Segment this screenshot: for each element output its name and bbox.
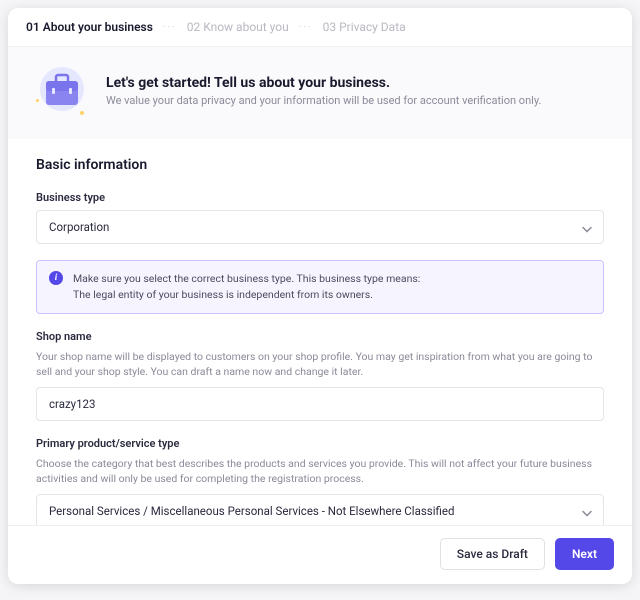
shop-name-field: Shop name Your shop name will be display… — [36, 330, 604, 421]
stepper-separator: ··· — [299, 22, 313, 33]
step-2-num: 02 — [187, 20, 201, 34]
stepper-separator: ··· — [163, 22, 177, 33]
primary-product-select[interactable]: Personal Services / Miscellaneous Person… — [36, 494, 604, 525]
onboarding-window: 01 About your business ··· 02 Know about… — [8, 8, 632, 584]
step-1-num: 01 — [26, 20, 40, 34]
briefcase-icon — [36, 65, 88, 117]
form-content: Basic information Business type Corporat… — [8, 139, 632, 525]
step-2[interactable]: 02 Know about you — [187, 20, 289, 34]
next-button[interactable]: Next — [555, 538, 614, 570]
info-icon: i — [49, 271, 63, 285]
step-1[interactable]: 01 About your business — [26, 20, 153, 34]
alert-line1: Make sure you select the correct busines… — [73, 271, 420, 287]
save-draft-button[interactable]: Save as Draft — [440, 538, 545, 570]
step-3-label: Privacy Data — [339, 20, 406, 34]
primary-product-field: Primary product/service type Choose the … — [36, 437, 604, 525]
hero-text: Let's get started! Tell us about your bu… — [106, 75, 541, 107]
shop-name-help: Your shop name will be displayed to cust… — [36, 349, 604, 379]
footer-actions: Save as Draft Next — [8, 525, 632, 584]
step-3-num: 03 — [323, 20, 337, 34]
primary-product-help: Choose the category that best describes … — [36, 456, 604, 486]
business-type-alert: i Make sure you select the correct busin… — [36, 260, 604, 314]
primary-product-label: Primary product/service type — [36, 437, 604, 450]
business-type-label: Business type — [36, 191, 604, 204]
hero-banner: Let's get started! Tell us about your bu… — [8, 47, 632, 139]
alert-line2: The legal entity of your business is ind… — [73, 287, 420, 303]
shop-name-label: Shop name — [36, 330, 604, 343]
step-3[interactable]: 03 Privacy Data — [323, 20, 406, 34]
stepper: 01 About your business ··· 02 Know about… — [8, 8, 632, 47]
business-type-field: Business type Corporation — [36, 191, 604, 244]
hero-subtitle: We value your data privacy and your info… — [106, 94, 541, 107]
business-type-select[interactable]: Corporation — [36, 210, 604, 244]
section-title: Basic information — [36, 157, 604, 173]
shop-name-input[interactable] — [36, 387, 604, 421]
step-2-label: Know about you — [203, 20, 289, 34]
alert-text: Make sure you select the correct busines… — [73, 271, 420, 303]
hero-title: Let's get started! Tell us about your bu… — [106, 75, 541, 91]
step-1-label: About your business — [43, 20, 153, 34]
